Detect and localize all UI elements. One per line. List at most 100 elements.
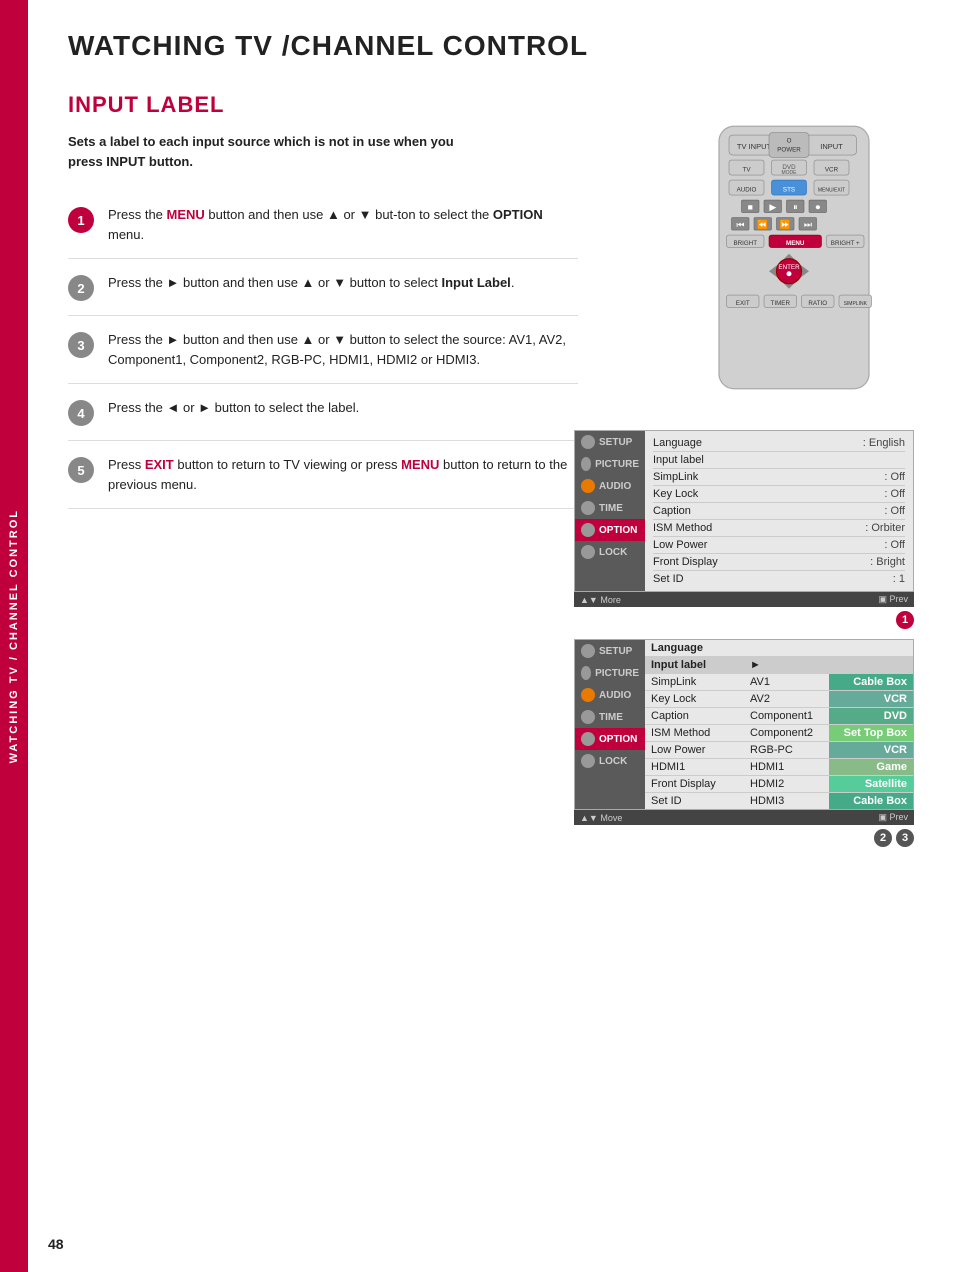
svg-text:MODE: MODE bbox=[782, 170, 798, 176]
svg-text:STS: STS bbox=[783, 186, 795, 193]
menu1-lock: LOCK bbox=[575, 541, 645, 563]
marker-3: 3 bbox=[896, 829, 914, 847]
menu1-markers: 1 bbox=[574, 611, 914, 629]
menu-screenshots: SETUP PICTURE AUDIO TIME bbox=[574, 430, 914, 847]
audio-icon bbox=[581, 479, 595, 493]
menu2-component1: Caption Component1 DVD bbox=[645, 708, 913, 725]
menu1-row-caption: Caption : Off bbox=[653, 503, 905, 520]
menu1-row-ism: ISM Method : Orbiter bbox=[653, 520, 905, 537]
menu2-av2: Key Lock AV2 VCR bbox=[645, 691, 913, 708]
m2-picture-icon bbox=[581, 666, 591, 680]
menu1-audio: AUDIO bbox=[575, 475, 645, 497]
step-text-2: Press the ► button and then use ▲ or ▼ b… bbox=[108, 273, 514, 293]
menu1-picture: PICTURE bbox=[575, 453, 645, 475]
page-title: WATCHING TV /CHANNEL CONTROL bbox=[68, 30, 914, 62]
svg-text:TV: TV bbox=[743, 166, 752, 173]
menu2-picture: PICTURE bbox=[575, 662, 645, 684]
m2-audio-icon bbox=[581, 688, 595, 702]
m2-setup-icon bbox=[581, 644, 595, 658]
menu2-time: TIME bbox=[575, 706, 645, 728]
svg-text:RATIO: RATIO bbox=[808, 300, 827, 307]
step-4: 4 Press the ◄ or ► button to select the … bbox=[68, 384, 578, 441]
menu1-time: TIME bbox=[575, 497, 645, 519]
menu1-row-frontdisplay: Front Display : Bright bbox=[653, 554, 905, 571]
menu2-rgbpc: Low Power RGB-PC VCR bbox=[645, 742, 913, 759]
menu2-hdmi3: Set ID HDMI3 Cable Box bbox=[645, 793, 913, 809]
menu2-setup: SETUP bbox=[575, 640, 645, 662]
menu1-row-keylock: Key Lock : Off bbox=[653, 486, 905, 503]
step-text-5: Press EXIT button to return to TV viewin… bbox=[108, 455, 578, 494]
menu2-row-inputlabel: Input label ► bbox=[645, 657, 913, 674]
menu2-bottom-bar: ▲▼ Move ▣ Prev bbox=[574, 810, 914, 825]
menu2-markers: 2 3 bbox=[574, 829, 914, 847]
svg-text:⏺: ⏺ bbox=[816, 202, 821, 212]
svg-text:■: ■ bbox=[748, 202, 753, 212]
svg-text:SIMPLINK: SIMPLINK bbox=[844, 301, 868, 307]
menu1-row-setid: Set ID : 1 bbox=[653, 571, 905, 587]
svg-text:⏸: ⏸ bbox=[793, 202, 797, 212]
svg-text:AUDIO: AUDIO bbox=[737, 186, 757, 193]
menu2-right: Language Input label ► SimpLink AV1 Cabl… bbox=[645, 640, 913, 809]
menu2-hdmi1: HDMI1 HDMI1 Game bbox=[645, 759, 913, 776]
menu2-hdmi2: Front Display HDMI2 Satellite bbox=[645, 776, 913, 793]
svg-text:BRIGHT: BRIGHT bbox=[733, 240, 757, 247]
svg-text:⏭: ⏭ bbox=[804, 220, 812, 230]
step-number-1: 1 bbox=[68, 207, 94, 233]
svg-text:EXIT: EXIT bbox=[736, 300, 750, 307]
menu1: SETUP PICTURE AUDIO TIME bbox=[574, 430, 914, 592]
main-content: WATCHING TV /CHANNEL CONTROL INPUT LABEL… bbox=[28, 0, 954, 549]
step-5: 5 Press EXIT button to return to TV view… bbox=[68, 441, 578, 509]
menu2-container: SETUP PICTURE AUDIO TIME bbox=[574, 639, 914, 847]
menu2-left: SETUP PICTURE AUDIO TIME bbox=[575, 640, 645, 809]
menu1-row-language: Language : English bbox=[653, 435, 905, 452]
menu2-av1: SimpLink AV1 Cable Box bbox=[645, 674, 913, 691]
menu2-header: Language bbox=[645, 640, 913, 657]
svg-text:⏩: ⏩ bbox=[780, 220, 791, 230]
lock-icon bbox=[581, 545, 595, 559]
steps-container: 1 Press the MENU button and then use ▲ o… bbox=[68, 191, 578, 509]
time-icon bbox=[581, 501, 595, 515]
m2-option-icon bbox=[581, 732, 595, 746]
menu1-container: SETUP PICTURE AUDIO TIME bbox=[574, 430, 914, 629]
svg-text:MENU: MENU bbox=[786, 240, 805, 247]
menu2-component2: ISM Method Component2 Set Top Box bbox=[645, 725, 913, 742]
menu2-option: OPTION bbox=[575, 728, 645, 750]
sidebar: WATCHING TV / CHANNEL CONTROL bbox=[0, 0, 28, 1272]
svg-text:MENU/EXIT: MENU/EXIT bbox=[818, 187, 845, 193]
svg-text:O: O bbox=[787, 138, 792, 145]
svg-text:⏪: ⏪ bbox=[757, 220, 768, 230]
step-1: 1 Press the MENU button and then use ▲ o… bbox=[68, 191, 578, 259]
menu1-option: OPTION bbox=[575, 519, 645, 541]
step-number-4: 4 bbox=[68, 400, 94, 426]
svg-text:⏮: ⏮ bbox=[736, 220, 744, 230]
remote-control-image: TV INPUT INPUT O POWER TV DVD MODE VCR A… bbox=[694, 120, 894, 395]
option-icon bbox=[581, 523, 595, 537]
menu1-bottom-bar: ▲▼ More ▣ Prev bbox=[574, 592, 914, 607]
step-text-4: Press the ◄ or ► button to select the la… bbox=[108, 398, 359, 418]
step-text-1: Press the MENU button and then use ▲ or … bbox=[108, 205, 578, 244]
svg-text:ENTER: ENTER bbox=[778, 264, 800, 271]
menu1-setup: SETUP bbox=[575, 431, 645, 453]
menu1-row-lowpower: Low Power : Off bbox=[653, 537, 905, 554]
menu1-right: Language : English Input label SimpLink … bbox=[645, 431, 913, 591]
step-number-3: 3 bbox=[68, 332, 94, 358]
step-number-5: 5 bbox=[68, 457, 94, 483]
svg-text:INPUT: INPUT bbox=[820, 142, 843, 151]
svg-text:VCR: VCR bbox=[825, 166, 839, 173]
m2-time-icon bbox=[581, 710, 595, 724]
step-2: 2 Press the ► button and then use ▲ or ▼… bbox=[68, 259, 578, 316]
step-number-2: 2 bbox=[68, 275, 94, 301]
svg-text:BRIGHT +: BRIGHT + bbox=[831, 240, 860, 247]
section-title: INPUT LABEL bbox=[68, 92, 914, 118]
menu2-lock: LOCK bbox=[575, 750, 645, 772]
svg-text:POWER: POWER bbox=[777, 146, 801, 153]
menu1-row-simplink: SimpLink : Off bbox=[653, 469, 905, 486]
menu2-audio: AUDIO bbox=[575, 684, 645, 706]
m2-lock-icon bbox=[581, 754, 595, 768]
picture-icon bbox=[581, 457, 591, 471]
step-3: 3 Press the ► button and then use ▲ or ▼… bbox=[68, 316, 578, 384]
svg-text:▶: ▶ bbox=[769, 202, 776, 212]
remote-control-area: TV INPUT INPUT O POWER TV DVD MODE VCR A… bbox=[694, 120, 914, 400]
menu1-row-inputlabel: Input label bbox=[653, 452, 905, 469]
marker-1: 1 bbox=[896, 611, 914, 629]
